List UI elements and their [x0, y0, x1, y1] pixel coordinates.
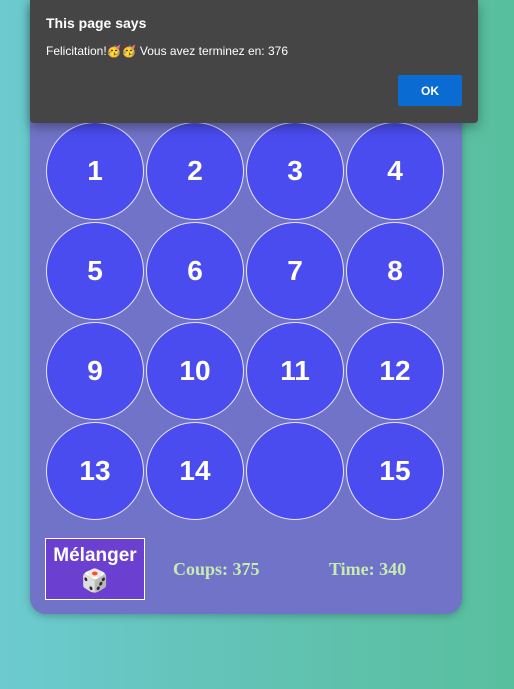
dialog-title: This page says [46, 15, 147, 31]
tile-11[interactable]: 11 [246, 322, 344, 420]
tile-14[interactable]: 14 [146, 422, 244, 520]
shuffle-label: Mélanger [53, 545, 137, 566]
tile-15[interactable]: 15 [346, 422, 444, 520]
puzzle-board: 1 2 3 4 5 6 7 8 9 10 11 12 13 14 15 [46, 122, 446, 522]
ok-button[interactable]: OK [398, 75, 462, 106]
tile-6[interactable]: 6 [146, 222, 244, 320]
tile-7[interactable]: 7 [246, 222, 344, 320]
moves-counter: Coups: 375 [173, 559, 260, 579]
tile-13[interactable]: 13 [46, 422, 144, 520]
controls-bar: Mélanger 🎲 Coups: 375 Time: 340 [45, 538, 455, 600]
tile-8[interactable]: 8 [346, 222, 444, 320]
tile-10[interactable]: 10 [146, 322, 244, 420]
dialog-message: Felicitation!🥳🥳 Vous avez terminez en: 3… [46, 44, 288, 58]
tile-12[interactable]: 12 [346, 322, 444, 420]
tile-4[interactable]: 4 [346, 122, 444, 220]
tile-empty[interactable] [246, 422, 344, 520]
tile-9[interactable]: 9 [46, 322, 144, 420]
tile-5[interactable]: 5 [46, 222, 144, 320]
alert-dialog: This page says Felicitation!🥳🥳 Vous avez… [30, 0, 478, 123]
tile-3[interactable]: 3 [246, 122, 344, 220]
shuffle-button[interactable]: Mélanger 🎲 [45, 538, 145, 600]
tile-1[interactable]: 1 [46, 122, 144, 220]
dice-icon: 🎲 [81, 568, 109, 593]
timer: Time: 340 [329, 559, 407, 579]
tile-2[interactable]: 2 [146, 122, 244, 220]
